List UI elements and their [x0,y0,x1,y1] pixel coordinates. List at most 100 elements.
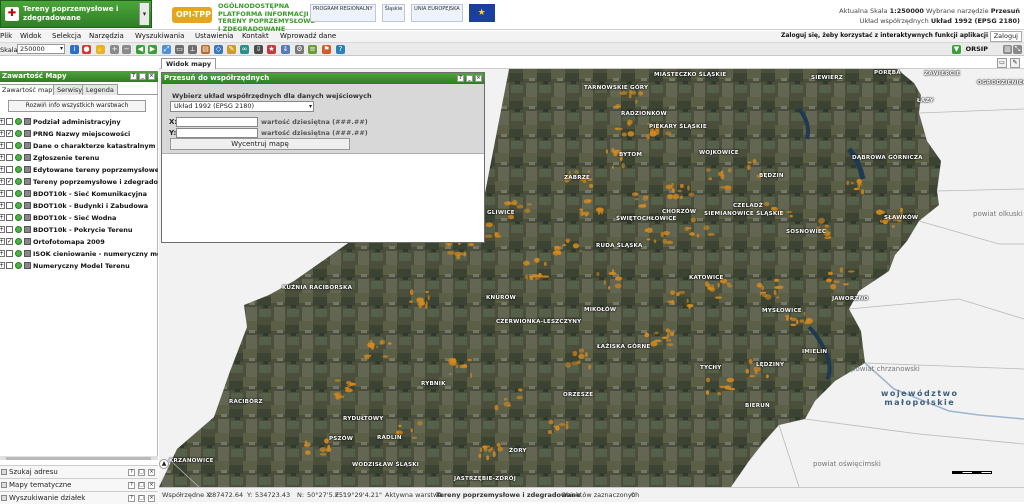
expand-icon[interactable]: + [0,202,5,209]
measure-icon[interactable]: ⟂ [188,45,197,54]
area-icon[interactable]: ◇ [214,45,223,54]
help-icon[interactable]: ? [457,75,464,82]
menu-tools[interactable]: Narzędzia [89,32,124,40]
layer-row[interactable]: +✓ Tereny poprzemysłowe i zdegradowane [0,176,158,188]
close-icon[interactable]: × [148,469,155,476]
menu-enter-data[interactable]: Wprowadź dane [280,32,336,40]
layer-row[interactable]: + ISOK cieniowanie - numeryczny model te [0,248,158,260]
menu-search[interactable]: Wyszukiwania [135,32,184,40]
orsip-link[interactable]: ORSIP [966,45,988,53]
menu-file[interactable]: Plik [0,32,12,40]
layers-icon[interactable]: ≡ [308,45,317,54]
tab-map-contents[interactable]: Zawartość mapy [0,84,61,95]
layer-row[interactable]: + BDOT10k - Pokrycie Terenu [0,224,158,236]
back-icon[interactable]: ◀ [136,45,145,54]
menu-settings[interactable]: Ustawienia [195,32,233,40]
tab-legend[interactable]: Legenda [82,84,118,95]
zoom-out-icon[interactable]: − [122,45,131,54]
login-button[interactable]: Zaloguj [989,31,1022,42]
expand-icon[interactable]: + [0,250,5,257]
comment-icon[interactable]: ▭ [997,58,1007,68]
link-icon[interactable]: ∞ [240,45,249,54]
layer-row[interactable]: + BDOT10k - Budynki i Zabudowa [0,200,158,212]
bookmark-icon[interactable]: ★ [267,45,276,54]
zoom-in-icon[interactable]: + [110,45,119,54]
close-icon[interactable]: × [148,73,155,80]
layer-row[interactable]: + Podział administracyjny [0,116,158,128]
expand-icon[interactable]: + [0,190,5,197]
menu-contact[interactable]: Kontakt [242,32,269,40]
scale-select[interactable]: 250000 ▾ [17,44,65,54]
print-icon[interactable]: ▤ [201,45,210,54]
expand-icon[interactable]: + [0,178,5,185]
close-icon[interactable]: × [148,495,155,502]
info-icon[interactable]: i [70,45,79,54]
layer-checkbox[interactable] [6,250,13,257]
expand-icon[interactable]: + [0,226,5,233]
layer-row[interactable]: + ✓ PRNG Nazwy miejscowości [0,128,158,140]
thematic-maps-item[interactable]: Mapy tematyczne ? □ × [0,478,158,491]
crs-select[interactable]: Układ 1992 (EPSG 2180) ▾ [170,101,314,112]
edit-icon[interactable]: ✎ [1010,58,1020,68]
minimize-icon[interactable]: _ [139,73,146,80]
expand-icon[interactable]: + [0,166,5,173]
help-icon[interactable]: ? [336,45,345,54]
expand-icon[interactable]: + [0,142,5,149]
x-coordinate-input[interactable] [176,117,258,127]
side-panel-icon[interactable]: ▥ [1003,45,1012,54]
stop-icon[interactable]: ● [82,45,91,54]
settings-icon[interactable]: ⚙ [295,45,304,54]
layer-checkbox[interactable] [6,262,13,269]
menu-view[interactable]: Widok [20,32,42,40]
fullscreen-icon[interactable]: ⤡ [1013,45,1022,54]
flag-icon[interactable]: ⚑ [322,45,331,54]
parcel-search-item[interactable]: Wyszukiwanie działek ? □ × [0,491,158,504]
expand-icon[interactable]: □ [138,469,145,476]
expand-icon[interactable]: + [0,262,5,269]
layer-checkbox[interactable] [6,154,13,161]
close-icon[interactable]: × [148,482,155,489]
menu-selection[interactable]: Selekcja [52,32,81,40]
layer-checkbox[interactable] [6,202,13,209]
address-search-item[interactable]: Szukaj adresu ? □ × [0,465,158,478]
layer-row[interactable]: + BDOT10k - Sieć Wodna [0,212,158,224]
layer-checkbox[interactable] [6,214,13,221]
layer-selector[interactable]: ✚ Tereny poprzemysłowe i zdegradowane ▾ [0,0,152,28]
export-icon[interactable]: ⇩ [254,45,263,54]
layer-row[interactable]: + Dane o charakterze katastralnym 2014 ( [0,140,158,152]
expand-icon[interactable]: + [0,130,5,137]
layer-checkbox[interactable] [6,166,13,173]
help-icon[interactable]: ? [128,482,135,489]
help-icon[interactable]: ? [128,495,135,502]
help-icon[interactable]: ? [130,73,137,80]
y-coordinate-input[interactable] [176,128,258,138]
download-icon[interactable]: ⇓ [281,45,290,54]
north-arrow-icon[interactable]: ▲ [159,459,169,469]
layer-checkbox[interactable]: ✓ [6,238,13,245]
hand-pan-icon[interactable]: ✋ [96,45,105,54]
expand-icon[interactable]: + [0,118,5,125]
close-icon[interactable]: × [475,75,482,82]
expand-icon[interactable]: □ [138,495,145,502]
layer-row[interactable]: + Numeryczny Model Terenu [0,260,158,272]
layer-checkbox[interactable] [6,142,13,149]
layer-row[interactable]: + ✓ Ortofotomapa 2009 [0,236,158,248]
layer-checkbox[interactable] [6,190,13,197]
select-icon[interactable]: ▭ [175,45,184,54]
expand-icon[interactable]: + [0,238,5,245]
expand-icon[interactable]: □ [138,482,145,489]
expand-icon[interactable]: + [0,154,5,161]
layer-checkbox[interactable] [6,226,13,233]
forward-icon[interactable]: ▶ [148,45,157,54]
pencil-icon[interactable]: ✎ [227,45,236,54]
layer-row[interactable]: + Zgłoszenie terenu [0,152,158,164]
tab-map-view[interactable]: Widok mapy [161,58,217,69]
layer-row[interactable]: + BDOT10k - Sieć Komunikacyjna [0,188,158,200]
expand-info-button[interactable]: Rozwiń info wszystkich warstwach [8,100,146,112]
minimize-icon[interactable]: _ [466,75,473,82]
layer-checkbox[interactable]: ✓ [6,178,13,185]
layer-checkbox[interactable]: ✓ [6,130,13,137]
chevron-down-icon[interactable]: ▾ [139,3,149,25]
layer-row[interactable]: + Edytowane tereny poprzemysłowe i zdeg [0,164,158,176]
center-map-button[interactable]: Wycentruj mapę [170,138,350,150]
